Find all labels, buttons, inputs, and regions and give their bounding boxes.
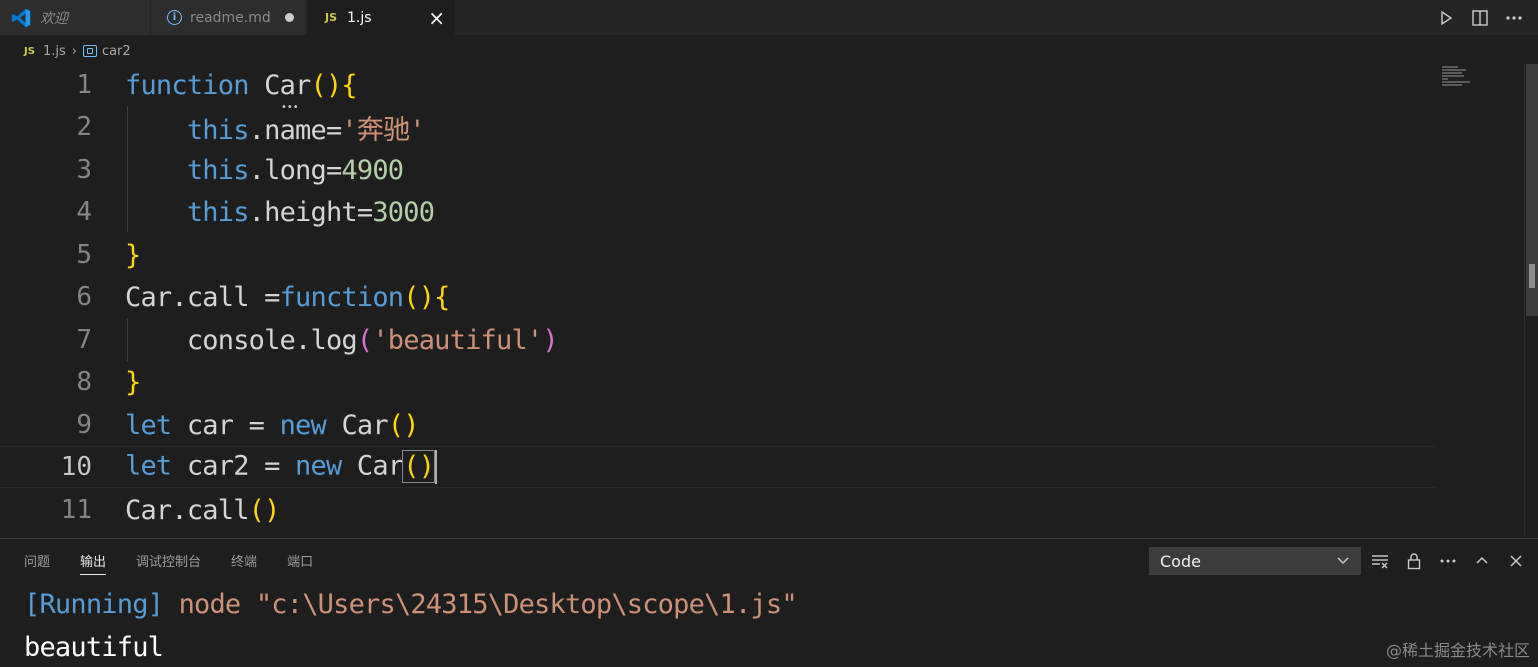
- line-number: 4: [76, 197, 92, 227]
- breadcrumb: JS 1.js › car2: [24, 40, 131, 62]
- code-line[interactable]: 8 }: [0, 361, 1436, 403]
- breadcrumb-file[interactable]: 1.js: [43, 44, 66, 59]
- tab-label: readme.md: [190, 9, 271, 26]
- code-line[interactable]: 6 Car.call =function(){: [0, 276, 1436, 318]
- code-text: function Car(){: [125, 69, 358, 101]
- more-actions-icon[interactable]: [1504, 8, 1524, 28]
- line-number: 9: [76, 410, 92, 440]
- code-text: }: [125, 239, 141, 271]
- code-line[interactable]: 7 console.log('beautiful'): [0, 319, 1436, 361]
- vscode-logo-icon: [11, 8, 31, 27]
- panel-tabs: 问题 输出 调试控制台 终端 端口: [24, 551, 313, 575]
- minimap[interactable]: [1442, 66, 1474, 88]
- tab-problems[interactable]: 问题: [24, 551, 50, 575]
- lock-icon[interactable]: [1402, 547, 1426, 575]
- js-file-icon: JS: [325, 11, 338, 24]
- tab-output[interactable]: 输出: [80, 551, 107, 575]
- more-actions-icon[interactable]: [1436, 547, 1460, 575]
- tab-welcome[interactable]: 欢迎: [0, 0, 150, 35]
- tab-terminal[interactable]: 终端: [231, 551, 257, 575]
- tab-1js[interactable]: JS 1.js ×: [307, 0, 455, 35]
- editor-tab-bar: 欢迎 i readme.md JS 1.js ×: [0, 0, 1538, 35]
- code-editor[interactable]: 1 function Car(){ ••• 2 this.name='奔驰' 3…: [0, 64, 1538, 536]
- code-line[interactable]: 1 function Car(){ •••: [0, 64, 1436, 114]
- watermark: @稀土掘金技术社区: [1385, 641, 1530, 660]
- code-line[interactable]: 4 this.height=3000: [0, 191, 1436, 233]
- code-text: this.name='奔驰': [186, 114, 426, 146]
- editor-actions: [1436, 0, 1524, 35]
- line-number: 1: [76, 70, 92, 100]
- line-number: 11: [60, 495, 92, 525]
- maximize-panel-icon[interactable]: [1470, 547, 1494, 575]
- line-number: 7: [76, 325, 92, 355]
- unsaved-dot-icon[interactable]: [285, 13, 294, 22]
- line-number: 3: [76, 155, 92, 185]
- close-tab-icon[interactable]: ×: [428, 8, 445, 28]
- code-text: this.height=3000: [186, 196, 435, 228]
- line-number: 2: [76, 112, 92, 142]
- run-icon[interactable]: [1436, 8, 1456, 28]
- code-line[interactable]: 11 Car.call(): [0, 489, 1436, 531]
- code-line[interactable]: 3 this.long=4900: [0, 149, 1436, 191]
- output-line: beautiful: [24, 632, 164, 663]
- chevron-down-icon: [1336, 553, 1350, 571]
- split-editor-icon[interactable]: [1470, 8, 1490, 28]
- tab-label: 欢迎: [40, 10, 68, 27]
- js-file-icon: JS: [24, 45, 35, 57]
- code-text: Car.call(): [125, 494, 280, 526]
- code-line[interactable]: 5 }: [0, 234, 1436, 276]
- code-text: console.log('beautiful'): [186, 324, 559, 356]
- line-number: 8: [76, 367, 92, 397]
- code-line[interactable]: 9 let car = new Car(): [0, 404, 1436, 446]
- code-line-current[interactable]: 10 let car2 = new Car(): [0, 446, 1436, 488]
- tab-ports[interactable]: 端口: [287, 551, 313, 575]
- output-panel: 问题 输出 调试控制台 终端 端口 Code [Running] node "c…: [0, 538, 1538, 667]
- code-text: let car2 = new Car(): [125, 449, 438, 484]
- info-icon: i: [167, 10, 182, 25]
- panel-actions: [1368, 547, 1528, 575]
- output-line-running: [Running] node "c:\Users\24315\Desktop\s…: [24, 589, 798, 620]
- cursor-position-marker: [1529, 264, 1535, 288]
- variable-symbol-icon: [82, 45, 97, 57]
- editor-scrollbar[interactable]: [1524, 64, 1538, 536]
- tab-readme[interactable]: i readme.md: [151, 0, 306, 35]
- text-cursor: [435, 450, 438, 484]
- tab-debug-console[interactable]: 调试控制台: [136, 551, 201, 575]
- output-channel-select[interactable]: Code: [1149, 547, 1361, 575]
- clear-output-icon[interactable]: [1368, 547, 1392, 575]
- line-number: 5: [76, 240, 92, 270]
- line-number: 6: [76, 282, 92, 312]
- code-text: let car = new Car(): [125, 409, 420, 441]
- tab-label: 1.js: [347, 9, 372, 26]
- breadcrumb-symbol[interactable]: car2: [102, 44, 131, 59]
- code-line[interactable]: 2 this.name='奔驰': [0, 106, 1436, 148]
- code-text: }: [125, 366, 141, 398]
- output-channel-value: Code: [1160, 551, 1201, 571]
- code-text: Car.call =function(){: [125, 281, 450, 313]
- close-panel-icon[interactable]: [1504, 547, 1528, 575]
- line-number: 10: [60, 452, 92, 482]
- code-text: this.long=4900: [186, 154, 404, 186]
- chevron-right-icon: ›: [71, 43, 77, 59]
